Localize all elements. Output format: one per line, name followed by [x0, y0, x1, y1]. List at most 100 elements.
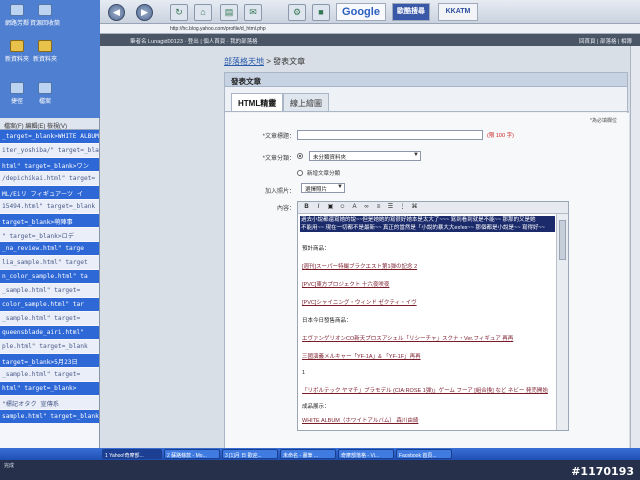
- desktop-area: 網路芳鄰 資源回收筒 新資料夾 新資料夾 捷徑 檔案: [0, 0, 100, 118]
- desktop-icon-folder[interactable]: 新資料夾: [2, 40, 32, 63]
- home-button[interactable]: ⌂: [194, 4, 212, 21]
- desktop-icon-file[interactable]: 檔案: [30, 82, 60, 105]
- code-line: ML/Eiリ フィギュアーツ イ: [0, 186, 99, 199]
- new-category-label: 新增文章分類: [307, 171, 341, 177]
- forward-button[interactable]: ▶: [136, 4, 153, 21]
- taskbar: 1 Yahoo!奇摩部... 2 蘇路條款 - Mo... 3 [1]月 日 歡…: [0, 448, 640, 460]
- text-editor-menubar[interactable]: 檔案(F) 編輯(E) 檢視(V): [0, 118, 99, 130]
- section-heading: 日本今日發售商品：: [302, 318, 352, 324]
- cube-button[interactable]: ■: [312, 4, 330, 21]
- product-link[interactable]: [PVC]シャイニング・ウィンド ゼクティ・イヴ: [302, 298, 417, 306]
- list-icon[interactable]: ⋮: [398, 203, 407, 212]
- align-left-icon[interactable]: ≡: [374, 203, 383, 212]
- taskbar-item[interactable]: 2 蘇路條款 - Mo...: [164, 449, 220, 459]
- title-input[interactable]: [297, 130, 483, 140]
- tools-button[interactable]: ⚙: [288, 4, 306, 21]
- editor-scroll-thumb[interactable]: [559, 220, 566, 260]
- insert-photo-label: 加入照片：: [264, 189, 295, 195]
- title-hint: (限 100 字): [487, 133, 514, 139]
- code-icon[interactable]: ⌘: [410, 203, 419, 212]
- site-header: 筆者名 Lunagid00123 · 登出 | 個人首頁 · 我的部落格 回首頁…: [100, 34, 640, 46]
- code-line: _target=_blank>WHITE ALBUM: [0, 130, 99, 143]
- chevron-down-icon: ▼: [413, 152, 419, 158]
- status-text: 完成: [4, 463, 15, 469]
- color-icon[interactable]: A: [350, 203, 359, 212]
- back-button[interactable]: ◀: [108, 4, 125, 21]
- bold-icon[interactable]: B: [302, 203, 311, 212]
- code-line: _sample.html" target=: [0, 284, 99, 297]
- breadcrumb: 部落格天地 > 發表文章: [224, 56, 305, 67]
- recycle-bin-icon: [38, 4, 52, 16]
- product-link[interactable]: [PVC]東方プロジェクト 十六夜咲夜: [302, 280, 389, 288]
- toolbar-button-2[interactable]: KKATM: [438, 3, 478, 21]
- image-icon[interactable]: ▣: [326, 203, 335, 212]
- photo-watermark: #1170193: [571, 465, 634, 478]
- category-select[interactable]: 未分類資料夾 ▼: [309, 151, 421, 161]
- google-search-logo[interactable]: Google: [336, 3, 386, 21]
- tab-online-drawing[interactable]: 線上繪圖: [283, 93, 329, 111]
- site-header-links[interactable]: 回首頁 | 部落格 | 相簿: [579, 37, 632, 45]
- refresh-icon: ↻: [175, 7, 183, 17]
- taskbar-item[interactable]: Facebook 首頁...: [396, 449, 452, 459]
- folder-icon: [10, 40, 24, 52]
- rich-text-editor[interactable]: B I ▣ ☺ A ∞ ≡ ☰ ⋮ ⌘ 過去小說都還寫她的說~~但是她她的寫很好…: [297, 201, 569, 431]
- site-header-text[interactable]: 筆者名 Lunagid00123 · 登出 | 個人首頁 · 我的部落格: [130, 39, 258, 45]
- code-line: " target=_blank>ロデ: [0, 228, 99, 241]
- link-icon[interactable]: ∞: [362, 203, 371, 212]
- category-new-radio[interactable]: [297, 170, 303, 176]
- product-link[interactable]: [週刊]スーパー特撮ブラクエスト第1弾の記念 2: [302, 262, 417, 270]
- required-note: *為必填欄位: [590, 118, 617, 124]
- forward-arrow-icon: ▶: [141, 7, 148, 17]
- code-line: sample.html" target=_blank: [0, 410, 99, 423]
- home-icon: ⌂: [200, 7, 206, 17]
- code-line: html" target=_blank>ワン: [0, 158, 99, 171]
- emoticon-icon[interactable]: ☺: [338, 203, 347, 212]
- code-line: _sample.html" target=: [0, 368, 99, 381]
- category-existing-radio[interactable]: [297, 153, 303, 159]
- page-content: 部落格天地 > 發表文章 發表文章 HTML精靈 線上繪圖 *為必填欄位 *文章…: [100, 46, 640, 448]
- code-line: lia_sample.html" target: [0, 256, 99, 269]
- post-form: *為必填欄位 *文章標題： (限 100 字) *文章分類： 未分類資料夾 ▼ …: [225, 113, 629, 448]
- tab-html-wizard[interactable]: HTML精靈: [231, 93, 284, 111]
- editor-content[interactable]: 過去小說都還寫她的說~~但是她她的寫很好她本是太大了~~~ 寫到看到就是不能~~…: [300, 216, 555, 430]
- desktop-icon-folder-2[interactable]: 新資料夾: [30, 40, 60, 63]
- breadcrumb-current: 發表文章: [273, 57, 306, 66]
- shortcut-icon: [10, 82, 24, 94]
- breadcrumb-separator: >: [266, 57, 271, 66]
- taskbar-item[interactable]: 3 [1]月 日 歡迎...: [222, 449, 278, 459]
- code-line: html" target=_blank>: [0, 382, 99, 395]
- print-button[interactable]: ▤: [220, 4, 238, 21]
- section-heading: 成品展示：: [302, 404, 330, 410]
- browser-scrollbar[interactable]: [630, 46, 640, 448]
- folder-icon: [38, 40, 52, 52]
- gear-icon: ⚙: [292, 7, 302, 17]
- toolbar-button-1[interactable]: 歐酷搜尋: [392, 3, 430, 21]
- address-bar[interactable]: http://hc.blog.yahoo.com/profile/d_html.…: [100, 24, 640, 34]
- back-arrow-icon: ◀: [113, 7, 120, 17]
- code-line: iter_yoshiba/" target=_blank: [0, 144, 99, 157]
- taskbar-item[interactable]: 奇摩部落格 - Vi...: [338, 449, 394, 459]
- browser-toolbar: ◀ ▶ ↻ ⌂ ▤ ✉ ⚙ ■ Google 歐酷搜尋 KKATM: [100, 0, 640, 24]
- editor-scrollbar[interactable]: [556, 214, 568, 430]
- align-center-icon[interactable]: ☰: [386, 203, 395, 212]
- code-line: ple.html" target=_blank: [0, 340, 99, 353]
- taskbar-item[interactable]: 1 Yahoo!奇摩部...: [102, 449, 162, 459]
- product-link[interactable]: 三國演義メルキャー「YF-1A」& 「YF-1F」再再: [302, 352, 421, 360]
- code-line: "標記オタク 宣傳系: [0, 396, 99, 409]
- taskbar-item[interactable]: 未命名 - 畫筆 ...: [280, 449, 336, 459]
- italic-icon[interactable]: I: [314, 203, 323, 212]
- insert-photo-select[interactable]: 選擇照片 ▼: [301, 183, 345, 193]
- breadcrumb-link-blog[interactable]: 部落格天地: [224, 57, 264, 66]
- mail-button[interactable]: ✉: [244, 4, 262, 21]
- desktop-icon-recycle[interactable]: 資源回收筒: [30, 4, 60, 27]
- product-link[interactable]: エヴァンゲリオンCO新天プロスアシェル「リシーチャ」スクナ・Ver.フィギュア …: [302, 334, 513, 342]
- text-editor-window: 檔案(F) 編輯(E) 檢視(V) _target=_blank>WHITE A…: [0, 118, 100, 448]
- desktop-icon-shortcut[interactable]: 捷徑: [2, 82, 32, 105]
- category-label: *文章分類：: [262, 156, 295, 162]
- refresh-button[interactable]: ↻: [170, 4, 188, 21]
- chevron-down-icon: ▼: [337, 184, 343, 190]
- section-heading: 預計商品：: [302, 246, 330, 252]
- desktop-icon-network[interactable]: 網路芳鄰: [2, 4, 32, 27]
- product-link[interactable]: 「リボルテック ヤマチ」プラモデル (CIA:ROSE 1弾)」ゲーム フーア …: [302, 386, 548, 394]
- product-link[interactable]: WHITE ALBUM（ホワイトアルバム） 森川由綺: [302, 416, 418, 424]
